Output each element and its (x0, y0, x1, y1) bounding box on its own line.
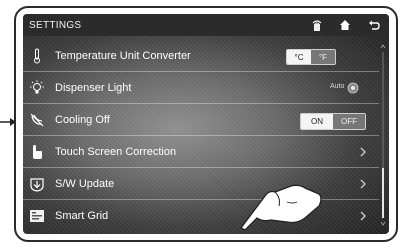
smart-grid-icon (29, 208, 45, 224)
setting-row-cooling-off[interactable]: Cooling Off ON OFF (23, 104, 379, 136)
setting-row-dispenser-light[interactable]: Dispenser Light Auto (23, 72, 379, 104)
page-title: SETTINGS (29, 20, 82, 31)
setting-label: Dispenser Light (55, 82, 132, 94)
setting-row-sw-update[interactable]: S/W Update (23, 168, 379, 200)
auto-toggle-switch[interactable] (347, 82, 359, 94)
back-icon[interactable] (366, 17, 382, 33)
temperature-unit-toggle[interactable]: °C °F (286, 49, 336, 65)
pointing-hand-icon (240, 184, 322, 231)
setting-label: Cooling Off (55, 114, 110, 126)
setting-row-smart-grid[interactable]: Smart Grid (23, 200, 379, 232)
chevron-right-icon (360, 179, 366, 189)
toggle-option-celsius[interactable]: °C (287, 50, 311, 64)
download-icon (29, 176, 45, 192)
home-icon[interactable] (337, 17, 353, 33)
setting-label: Touch Screen Correction (55, 146, 177, 158)
device-frame: SETTINGS Temperature Unit Converter °C °… (14, 6, 398, 242)
chevron-right-icon (360, 147, 366, 157)
cooling-off-icon (29, 112, 45, 128)
toggle-option-off[interactable]: OFF (333, 114, 365, 129)
setting-row-touch-screen-correction[interactable]: Touch Screen Correction (23, 136, 379, 168)
toggle-option-fahrenheit[interactable]: °F (311, 50, 335, 64)
toggle-option-on[interactable]: ON (301, 114, 333, 129)
chevron-right-icon (360, 211, 366, 221)
cooling-off-toggle[interactable]: ON OFF (300, 113, 366, 130)
setting-label: S/W Update (55, 178, 115, 190)
header-bar: SETTINGS (23, 14, 389, 36)
setting-row-temperature-unit[interactable]: Temperature Unit Converter °C °F (23, 40, 379, 72)
setting-label: Temperature Unit Converter (55, 50, 191, 62)
remote-icon[interactable] (309, 17, 325, 33)
light-bulb-icon (29, 80, 45, 96)
touch-icon (29, 144, 45, 160)
scrollbar[interactable] (380, 42, 386, 228)
settings-screen: SETTINGS Temperature Unit Converter °C °… (23, 14, 389, 234)
setting-label: Smart Grid (55, 210, 109, 222)
thermometer-icon (29, 48, 45, 64)
auto-label: Auto (330, 83, 345, 90)
